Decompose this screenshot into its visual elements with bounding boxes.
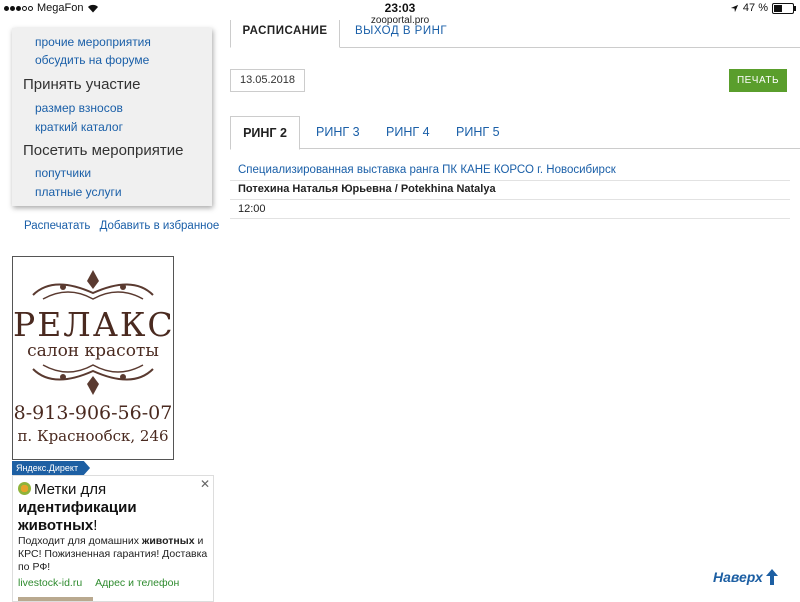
start-time: 12:00 [238, 203, 266, 215]
schedule-time-row: 12:00 [230, 199, 790, 219]
ad-contacts-link[interactable]: Адрес и телефон [95, 577, 179, 589]
ad-links: livestock-id.ru Адрес и телефон [18, 577, 189, 589]
tab-ring-2[interactable]: РИНГ 2 [230, 116, 300, 150]
tab-ring-entry[interactable]: ВЫХОД В РИНГ [355, 20, 447, 47]
schedule-judge-row: Потехина Наталья Юрьевна / Potekhina Nat… [230, 180, 790, 200]
main-tabs: РАСПИСАНИЕ ВЫХОД В РИНГ [230, 20, 800, 48]
sidebar-link-travel-companions[interactable]: попутчики [35, 166, 91, 180]
judge-name: Потехина Наталья Юрьевна / Potekhina Nat… [238, 183, 496, 195]
tab-ring-5[interactable]: РИНГ 5 [456, 116, 500, 148]
sidebar-actions: Распечатать Добавить в избранное [24, 220, 225, 232]
close-ad-icon[interactable]: ✕ [200, 477, 210, 491]
banner-phone: 8-913-906-56-07 [13, 402, 173, 424]
ad-site-link[interactable]: livestock-id.ru [18, 577, 82, 589]
sidebar-link-other-events[interactable]: прочие мероприятия [35, 35, 151, 49]
sidebar-link-fees[interactable]: размер взносов [35, 101, 123, 115]
sidebar-link-forum[interactable]: обсудить на форуме [35, 53, 149, 67]
print-button[interactable]: ПЕЧАТЬ [729, 69, 787, 92]
clock: 23:03 [384, 1, 416, 15]
sidebar-menu: прочие мероприятия обсудить на форуме Пр… [12, 28, 212, 206]
scroll-to-top-button[interactable]: Наверх [713, 568, 779, 586]
sidebar-link-catalog[interactable]: краткий каталог [35, 120, 123, 134]
tab-ring-4[interactable]: РИНГ 4 [386, 116, 430, 148]
ad-headline[interactable]: Метки для идентификации животных! [18, 481, 198, 535]
banner-address: п. Краснообск, 246 [17, 427, 169, 445]
ornament-top-icon [32, 270, 154, 300]
event-title-link[interactable]: Специализированная выставка ранга ПК КАН… [238, 164, 616, 176]
schedule-event-row: Специализированная выставка ранга ПК КАН… [230, 160, 790, 181]
ad-body: Подходит для домашних животных и КРС! По… [18, 535, 208, 573]
battery-percent: 47 % [742, 2, 768, 14]
ring-tabs: РИНГ 2 РИНГ 3 РИНГ 4 РИНГ 5 [230, 116, 800, 150]
ornament-bottom-icon [32, 364, 154, 395]
scroll-to-top-label: Наверх [713, 569, 763, 585]
location-arrow-icon [730, 4, 739, 12]
sidebar-link-paid-services[interactable]: платные услуги [35, 185, 122, 199]
status-bar: MegaFon 23:03 zooportal.pro 47 % [0, 0, 800, 26]
yandex-direct-label[interactable]: Яндекс.Директ [12, 461, 91, 475]
tab-schedule[interactable]: РАСПИСАНИЕ [230, 20, 340, 48]
add-favorite-link[interactable]: Добавить в избранное [100, 220, 220, 232]
sidebar-heading-visit: Посетить мероприятие [23, 142, 184, 159]
banner-title: РЕЛАКС [13, 305, 174, 344]
tab-ring-3[interactable]: РИНГ 3 [316, 116, 360, 148]
sidebar-heading-participate: Принять участие [23, 76, 141, 93]
salon-banner-ad[interactable]: РЕЛАКС салон красоты 8-913-906-56-07 п. … [12, 256, 174, 460]
date-picker[interactable]: 13.05.2018 [230, 69, 305, 92]
banner-subtitle: салон красоты [27, 341, 159, 361]
arrow-up-icon [765, 569, 778, 585]
ad-favicon-icon [18, 482, 31, 495]
yandex-ad[interactable]: ✕ Метки для идентификации животных! Подх… [12, 475, 214, 602]
print-link[interactable]: Распечатать [24, 220, 90, 232]
battery-icon [772, 2, 796, 14]
